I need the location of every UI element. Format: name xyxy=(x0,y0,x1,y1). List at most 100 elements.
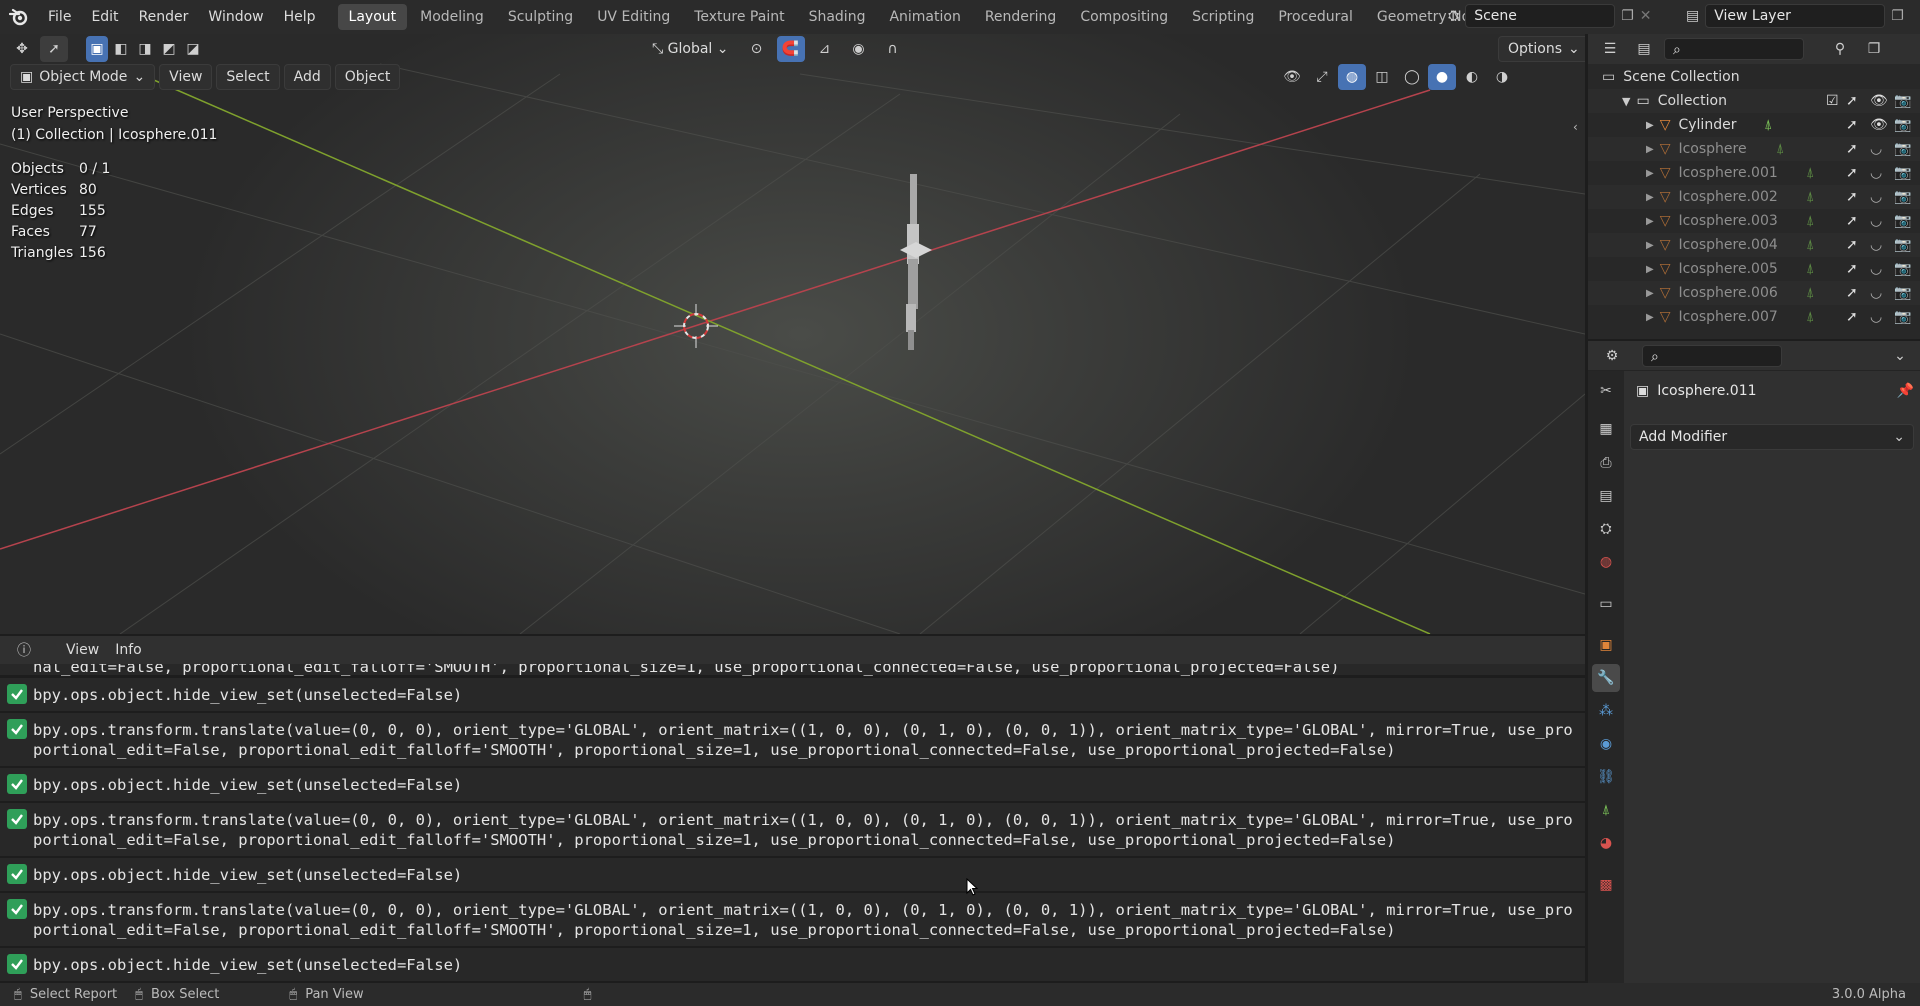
info-menu-info[interactable]: Info xyxy=(107,637,150,663)
sidebar-toggle-icon[interactable]: ‹ xyxy=(1573,120,1578,134)
report-list[interactable]: nal_edit=False, proportional_edit_fallof… xyxy=(0,664,1585,983)
expand-arrow-icon[interactable]: ▶ xyxy=(1646,144,1654,155)
physics-tab-icon[interactable]: ◉ xyxy=(1592,730,1620,758)
menu-select[interactable]: Select xyxy=(216,64,280,90)
report-row-partial[interactable]: nal_edit=False, proportional_edit_fallof… xyxy=(0,664,1585,676)
gizmo-icon[interactable]: ⤢ xyxy=(1308,64,1336,90)
outliner-object[interactable]: ▶ ▽ Icosphere.007 ⍋ ➚ ◡ 📷 xyxy=(1588,305,1920,329)
display-mode-icon[interactable]: ▤ xyxy=(1630,36,1658,62)
menu-render[interactable]: Render xyxy=(129,4,199,30)
tab-texture-paint[interactable]: Texture Paint xyxy=(683,4,795,30)
selectable-icon[interactable]: ➚ xyxy=(1846,165,1858,181)
tab-layout[interactable]: Layout xyxy=(337,4,408,30)
tab-uv-editing[interactable]: UV Editing xyxy=(586,4,681,30)
menu-help[interactable]: Help xyxy=(274,4,326,30)
material-shading-icon[interactable]: ◐ xyxy=(1458,64,1486,90)
filter-icon[interactable]: ⚲ xyxy=(1826,36,1854,62)
eye-icon[interactable]: 👁 xyxy=(1870,93,1888,109)
select-subtract-icon[interactable]: ◨ xyxy=(134,36,156,62)
xray-icon[interactable]: ◫ xyxy=(1368,64,1396,90)
camera-icon[interactable]: 📷 xyxy=(1894,117,1911,133)
tab-scripting[interactable]: Scripting xyxy=(1181,4,1265,30)
select-extend-icon[interactable]: ◧ xyxy=(110,36,132,62)
eye-closed-icon[interactable]: ◡ xyxy=(1870,309,1882,325)
expand-arrow-icon[interactable]: ▼ xyxy=(1622,95,1630,108)
camera-icon[interactable]: 📷 xyxy=(1894,141,1911,157)
menu-object[interactable]: Object xyxy=(334,64,401,90)
proportional-edit-icon[interactable]: ◉ xyxy=(845,36,873,62)
camera-icon[interactable]: 📷 xyxy=(1894,189,1911,205)
menu-file[interactable]: File xyxy=(38,4,81,30)
copy-scene-icon[interactable]: ❐ xyxy=(1621,8,1634,24)
expand-arrow-icon[interactable]: ▶ xyxy=(1646,216,1654,227)
outliner-object[interactable]: ▶ ▽ Icosphere ⍋ ➚ ◡ 📷 xyxy=(1588,137,1920,161)
tab-procedural[interactable]: Procedural xyxy=(1267,4,1364,30)
expand-arrow-icon[interactable]: ▶ xyxy=(1646,240,1654,251)
scene-field[interactable]: Scene xyxy=(1465,4,1616,28)
outliner-object[interactable]: ▶ ▽ Icosphere.006 ⍋ ➚ ◡ 📷 xyxy=(1588,281,1920,305)
solid-shading-icon[interactable]: ● xyxy=(1428,64,1456,90)
render-tab-icon[interactable]: ▦ xyxy=(1592,415,1620,443)
particles-tab-icon[interactable]: ⁂ xyxy=(1592,697,1620,725)
pivot-point-icon[interactable]: ⊙ xyxy=(743,36,771,62)
blender-logo-icon[interactable] xyxy=(0,0,38,34)
selectable-icon[interactable]: ➚ xyxy=(1846,141,1858,157)
selectable-icon[interactable]: ➚ xyxy=(1846,189,1858,205)
expand-arrow-icon[interactable]: ▶ xyxy=(1646,264,1654,275)
3d-viewport[interactable]: ✥ ➚ ▣ ◧ ◨ ◩ ◪ ⤡ Global ⌄ ⊙ 🧲 ⊿ ◉ ∩ Optio… xyxy=(0,34,1585,634)
new-collection-icon[interactable]: ❐ xyxy=(1860,36,1888,62)
properties-editor-type-icon[interactable]: ⚙ xyxy=(1598,343,1626,369)
options-dropdown[interactable]: Options ⌄ xyxy=(1498,36,1585,62)
camera-icon[interactable]: 📷 xyxy=(1894,261,1911,277)
pin-icon[interactable]: 📌 xyxy=(1897,383,1914,399)
expand-arrow-icon[interactable]: ▶ xyxy=(1646,120,1654,131)
exclude-checkbox[interactable]: ☑ xyxy=(1826,93,1839,109)
selectable-icon[interactable]: ➚ xyxy=(1846,285,1858,301)
add-modifier-dropdown[interactable]: Add Modifier ⌄ xyxy=(1630,424,1914,450)
proportional-falloff-icon[interactable]: ∩ xyxy=(879,36,907,62)
texture-tab-icon[interactable]: ▩ xyxy=(1592,871,1620,899)
selectable-icon[interactable]: ➚ xyxy=(1846,93,1858,109)
expand-arrow-icon[interactable]: ▶ xyxy=(1646,312,1654,323)
info-editor-type-icon[interactable]: ⓘ xyxy=(10,637,38,663)
outliner-object[interactable]: ▶ ▽ Icosphere.005 ⍋ ➚ ◡ 📷 xyxy=(1588,257,1920,281)
select-intersect-icon[interactable]: ◪ xyxy=(182,36,204,62)
chevron-down-icon[interactable]: ⌄ xyxy=(1886,343,1914,369)
object-tab-icon[interactable]: ▣ xyxy=(1592,631,1620,659)
report-row[interactable]: bpy.ops.transform.translate(value=(0, 0,… xyxy=(0,803,1585,857)
copy-view-layer-icon[interactable]: ❐ xyxy=(1891,8,1904,24)
wireframe-shading-icon[interactable]: ◯ xyxy=(1398,64,1426,90)
outliner-object[interactable]: ▶ ▽ Icosphere.002 ⍋ ➚ ◡ 📷 xyxy=(1588,185,1920,209)
world-tab-icon[interactable]: ◍ xyxy=(1592,548,1620,576)
menu-window[interactable]: Window xyxy=(198,4,273,30)
modifier-tab-icon[interactable]: 🔧 xyxy=(1592,664,1620,692)
constraints-tab-icon[interactable]: ⛓ xyxy=(1592,763,1620,791)
report-row[interactable]: bpy.ops.object.hide_view_set(unselected=… xyxy=(0,948,1585,982)
report-row[interactable]: bpy.ops.transform.translate(value=(0, 0,… xyxy=(0,893,1585,947)
menu-view[interactable]: View xyxy=(159,64,213,90)
scene-tab-icon[interactable]: ⛭ xyxy=(1592,515,1620,543)
report-row[interactable]: bpy.ops.object.hide_view_set(unselected=… xyxy=(0,678,1585,712)
rendered-shading-icon[interactable]: ◑ xyxy=(1488,64,1516,90)
tab-sculpting[interactable]: Sculpting xyxy=(497,4,584,30)
outliner-object[interactable]: ▶ ▽ Icosphere.001 ⍋ ➚ ◡ 📷 xyxy=(1588,161,1920,185)
editor-type-icon[interactable]: ✥ xyxy=(8,36,36,62)
visibility-icon[interactable]: 👁 xyxy=(1278,64,1306,90)
outliner-editor-type-icon[interactable]: ☰ xyxy=(1596,36,1624,62)
report-row[interactable]: bpy.ops.object.hide_view_set(unselected=… xyxy=(0,858,1585,892)
outliner-object[interactable]: ▶ ▽ Cylinder ⍋ ➚ 👁 📷 xyxy=(1588,113,1920,137)
selectable-icon[interactable]: ➚ xyxy=(1846,213,1858,229)
view-layer-tab-icon[interactable]: ▤ xyxy=(1592,482,1620,510)
transform-orientation-dropdown[interactable]: ⤡ Global ⌄ xyxy=(644,36,737,62)
camera-icon[interactable]: 📷 xyxy=(1894,309,1911,325)
outliner-search-input[interactable]: ⌕ xyxy=(1664,38,1804,60)
output-tab-icon[interactable]: ⎙ xyxy=(1592,449,1620,477)
tab-animation[interactable]: Animation xyxy=(878,4,971,30)
delete-scene-icon[interactable]: ✕ xyxy=(1640,8,1652,24)
collection-tab-icon[interactable]: ▭ xyxy=(1592,590,1620,618)
tab-compositing[interactable]: Compositing xyxy=(1069,4,1179,30)
eye-closed-icon[interactable]: ◡ xyxy=(1870,237,1882,253)
scene-icon[interactable]: ⛭ xyxy=(1448,8,1459,24)
expand-arrow-icon[interactable]: ▶ xyxy=(1646,168,1654,179)
view-layer-icon[interactable]: ▤ xyxy=(1686,8,1699,24)
